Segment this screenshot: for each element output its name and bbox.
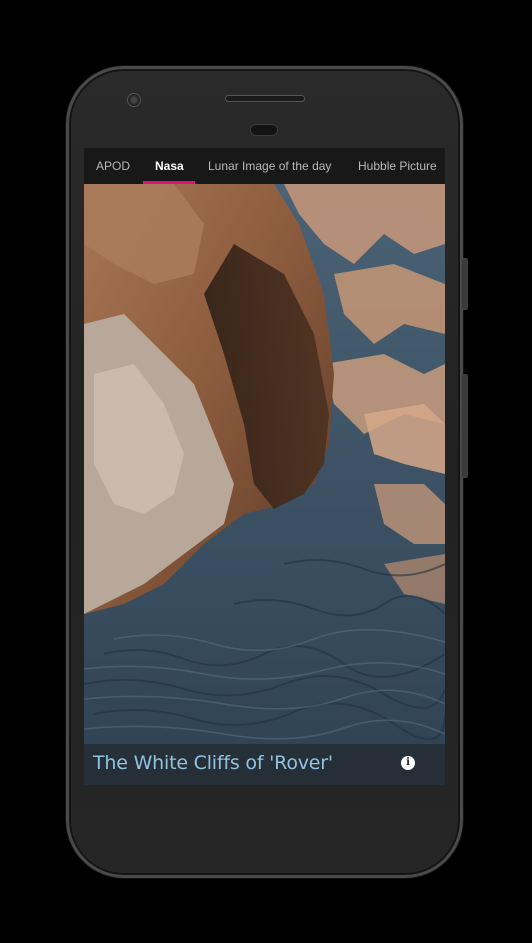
tab-bar: APOD Nasa Lunar Image of the day Hubble … xyxy=(84,148,445,184)
info-icon[interactable]: i xyxy=(401,756,415,770)
tab-hubble-picture[interactable]: Hubble Picture xyxy=(358,148,437,184)
power-button xyxy=(462,258,468,310)
tab-apod[interactable]: APOD xyxy=(96,148,130,184)
image-caption: The White Cliffs of 'Rover' xyxy=(93,752,333,774)
mars-terrain-illustration xyxy=(84,184,445,785)
bottom-bezel xyxy=(84,785,445,850)
tab-lunar-image[interactable]: Lunar Image of the day xyxy=(208,148,331,184)
top-speaker-grille xyxy=(225,95,305,102)
mars-surface-image[interactable]: The White Cliffs of 'Rover' i xyxy=(84,184,445,785)
front-camera xyxy=(127,93,141,107)
app-screen: APOD Nasa Lunar Image of the day Hubble … xyxy=(84,148,445,785)
tab-nasa[interactable]: Nasa xyxy=(155,148,184,184)
volume-button xyxy=(462,374,468,478)
caption-bar: The White Cliffs of 'Rover' i xyxy=(84,744,445,785)
earpiece xyxy=(250,124,278,136)
